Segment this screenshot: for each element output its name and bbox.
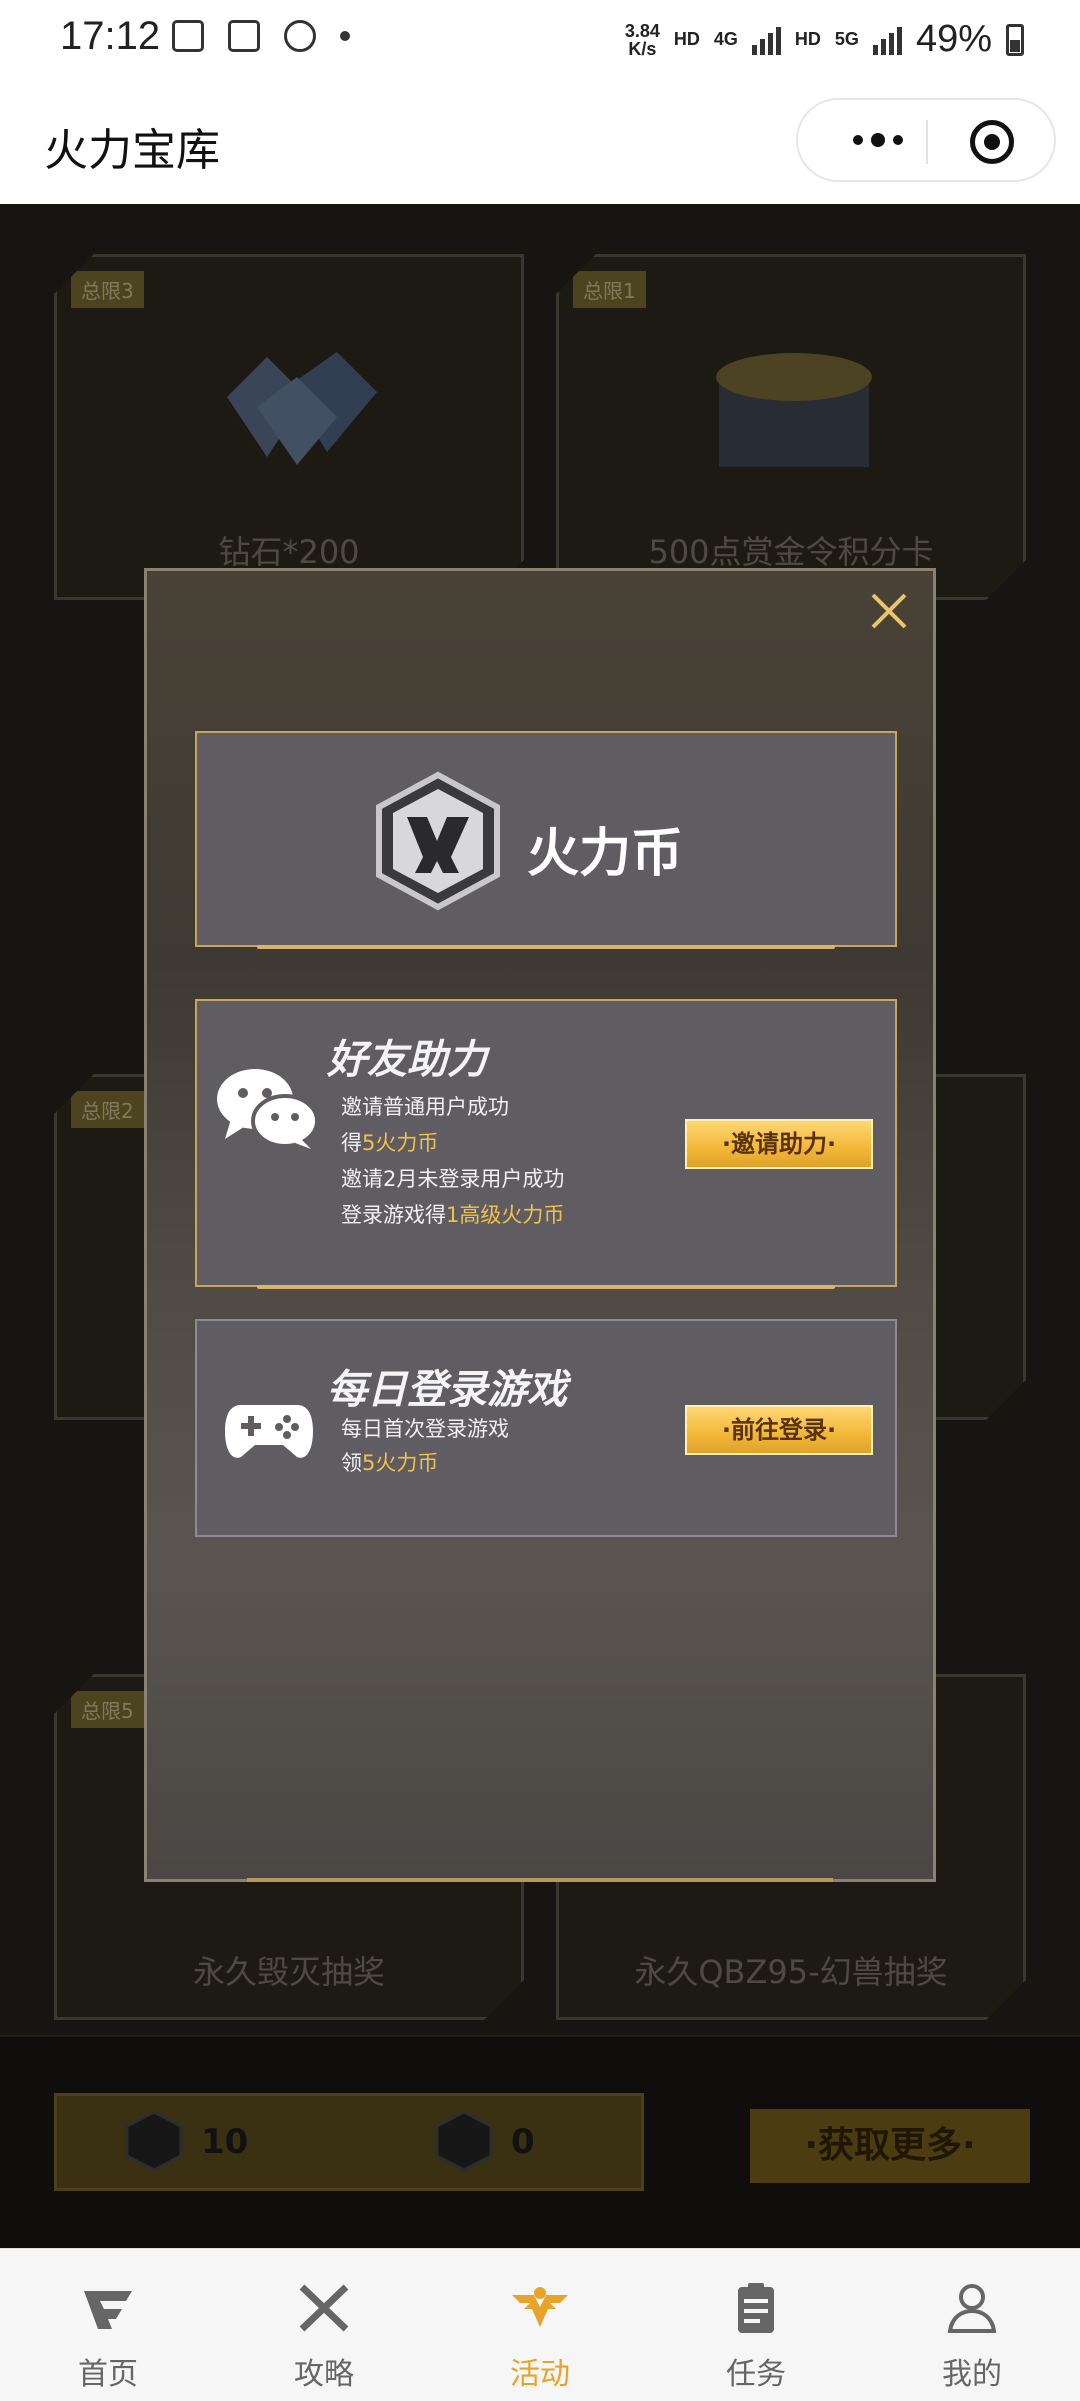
daily-login-line-2: 领5火力币 [341, 1447, 438, 1477]
tab-label: 首页 [78, 2357, 138, 2392]
cf-logo-icon [84, 2291, 132, 2329]
modal-bottom-accent [247, 1878, 833, 1882]
mini-program-capsule [796, 98, 1056, 182]
gamepad-icon [225, 1405, 313, 1458]
status-bar: 17:12 3.84 K/s HD 4G HD 5G 49% [0, 0, 1080, 76]
crossed-guns-icon [299, 2284, 349, 2332]
friend-assist-line-4: 登录游戏得1高级火力币 [341, 1199, 564, 1229]
status-right: 3.84 K/s HD 4G HD 5G 49% [625, 18, 1024, 61]
dot-icon [871, 133, 885, 147]
modal-header-panel: 火力币 [195, 731, 897, 949]
more-options-button[interactable] [828, 100, 928, 180]
screen-record-icon [228, 20, 260, 52]
page-title: 火力宝库 [44, 125, 220, 176]
tab-tasks[interactable]: 任务 [648, 2249, 864, 2401]
tab-label: 攻略 [294, 2357, 354, 2392]
bottom-tab-bar: 首页 攻略 活动 任务 我的 [0, 2248, 1080, 2401]
panel-underline [257, 945, 835, 949]
tab-label: 我的 [942, 2357, 1002, 2392]
tab-label: 任务 [726, 2357, 786, 2392]
mini-program-title-bar: 火力宝库 [0, 76, 1080, 204]
wechat-icon [217, 1069, 319, 1149]
invite-assist-button[interactable]: ·邀请助力· [685, 1119, 873, 1169]
firepower-coin-modal: 火力币 好友助力 邀请普通用户成功 得5火力币 邀请2月未登录用户成功 登录游戏… [144, 568, 936, 1882]
friend-assist-line-1: 邀请普通用户成功 [341, 1095, 509, 1119]
dot-icon [893, 135, 903, 145]
eagle-wings-icon [512, 2287, 568, 2327]
daily-login-line-1: 每日首次登录游戏 [341, 1417, 509, 1441]
capsule-divider [926, 120, 928, 164]
friend-assist-title: 好友助力 [327, 1037, 487, 1083]
network-4g-label: 4G [713, 29, 738, 49]
close-icon[interactable] [867, 589, 911, 633]
status-notification-icons [172, 20, 350, 52]
friend-assist-line-3: 邀请2月未登录用户成功 [341, 1167, 565, 1191]
battery-percent: 49% [915, 18, 992, 60]
hd-label-1: HD [673, 29, 700, 49]
clipboard-icon [738, 2283, 774, 2333]
friend-assist-line-2: 得5火力币 [341, 1127, 438, 1157]
dot-icon [853, 135, 863, 145]
reward-highlight: 5火力币 [362, 1131, 439, 1155]
user-icon [947, 2284, 997, 2333]
go-login-button[interactable]: ·前往登录· [685, 1405, 873, 1455]
text-prefix: 得 [341, 1131, 362, 1155]
signal-5g-icon [872, 25, 902, 55]
network-speed: 3.84 K/s [624, 20, 660, 59]
hd-label-2: HD [794, 29, 821, 49]
panel-underline [257, 1285, 835, 1289]
battery-icon [1006, 23, 1024, 56]
modal-title: 火力币 [527, 824, 684, 884]
firepower-coin-emblem-icon [376, 771, 500, 911]
tab-guide[interactable]: 攻略 [216, 2249, 432, 2401]
tab-label: 活动 [510, 2357, 570, 2392]
sync-icon [284, 20, 316, 52]
tab-events[interactable]: 活动 [432, 2249, 648, 2401]
daily-login-panel: 每日登录游戏 每日首次登录游戏 领5火力币 ·前往登录· [195, 1319, 897, 1537]
daily-login-title: 每日登录游戏 [327, 1367, 567, 1413]
reward-highlight: 1高级火力币 [446, 1203, 565, 1227]
status-time: 17:12 [60, 14, 161, 58]
close-mini-program-button[interactable] [970, 120, 1014, 164]
network-5g-label: 5G [834, 29, 859, 49]
tab-home[interactable]: 首页 [0, 2249, 216, 2401]
image-icon [172, 20, 204, 52]
text-prefix: 登录游戏得 [341, 1203, 446, 1227]
tab-me[interactable]: 我的 [864, 2249, 1080, 2401]
signal-4g-icon [751, 25, 781, 55]
reward-highlight: 5火力币 [362, 1451, 439, 1475]
friend-assist-panel: 好友助力 邀请普通用户成功 得5火力币 邀请2月未登录用户成功 登录游戏得1高级… [195, 999, 897, 1289]
more-notifications-dot-icon [340, 31, 350, 41]
text-prefix: 领 [341, 1451, 362, 1475]
